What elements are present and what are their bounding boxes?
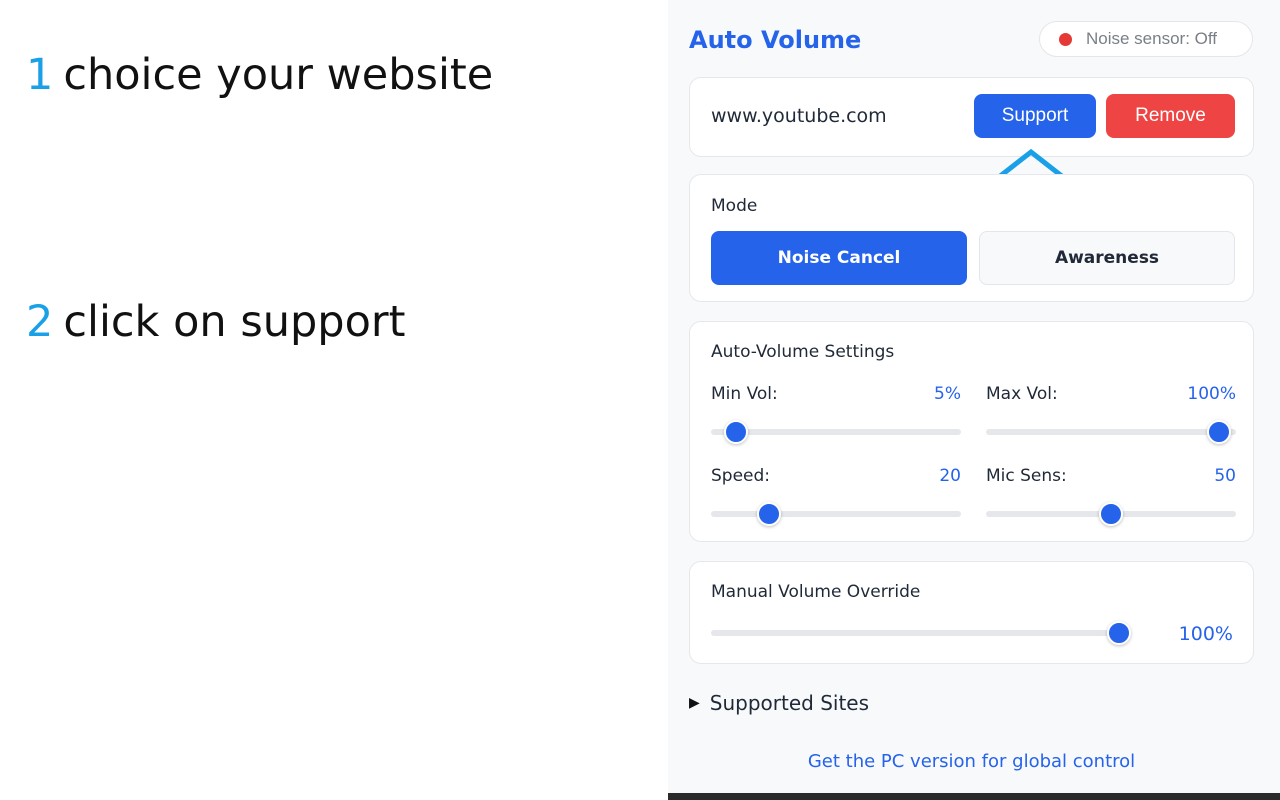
speed-slider[interactable]: [711, 502, 961, 526]
step-text: choice your website: [63, 50, 494, 100]
mic-sens-setting: Mic Sens: 50: [986, 466, 1236, 526]
app-title: Auto Volume: [689, 26, 862, 54]
speed-setting: Speed: 20: [711, 466, 961, 526]
slider-thumb[interactable]: [724, 420, 748, 444]
step-text: click on support: [63, 297, 406, 347]
mode-card: Mode Noise Cancel Awareness: [689, 174, 1254, 302]
min-vol-setting: Min Vol: 5%: [711, 384, 961, 444]
manual-volume-card: Manual Volume Override 100%: [689, 561, 1254, 664]
status-dot-icon: [1059, 32, 1072, 46]
mode-awareness-button[interactable]: Awareness: [979, 231, 1235, 285]
noise-sensor-status: Noise sensor: Off: [1039, 21, 1253, 57]
site-card: www.youtube.com Support Remove: [689, 77, 1254, 157]
slider-thumb[interactable]: [1099, 502, 1123, 526]
slider-thumb[interactable]: [1107, 621, 1131, 645]
max-vol-value: 100%: [1187, 384, 1236, 404]
speed-value: 20: [939, 466, 961, 486]
instruction-step-2: 2 click on support: [26, 297, 405, 347]
max-vol-label: Max Vol:: [986, 384, 1058, 404]
pc-version-link[interactable]: Get the PC version for global control: [689, 751, 1254, 772]
max-vol-setting: Max Vol: 100%: [986, 384, 1236, 444]
supported-sites-toggle[interactable]: ▶ Supported Sites: [689, 691, 869, 715]
manual-volume-label: Manual Volume Override: [711, 582, 921, 602]
screenshot: 1 choice your website 2 click on support A…: [0, 0, 1280, 800]
mic-sens-label: Mic Sens:: [986, 466, 1067, 486]
auto-volume-settings-card: Auto-Volume Settings Min Vol: 5% Max Vol…: [689, 321, 1254, 542]
disclosure-triangle-icon: ▶: [689, 695, 700, 711]
slider-thumb[interactable]: [1206, 420, 1231, 444]
max-vol-slider[interactable]: [986, 420, 1236, 444]
manual-volume-value: 100%: [1178, 623, 1233, 645]
manual-volume-slider[interactable]: [711, 621, 1131, 645]
remove-button[interactable]: Remove: [1106, 94, 1235, 138]
support-button[interactable]: Support: [974, 94, 1096, 138]
slider-thumb[interactable]: [756, 502, 781, 526]
min-vol-value: 5%: [934, 384, 961, 404]
settings-title: Auto-Volume Settings: [711, 342, 895, 362]
step-number: 1: [26, 50, 54, 100]
mic-sens-slider[interactable]: [986, 502, 1236, 526]
site-name: www.youtube.com: [711, 105, 887, 127]
mic-sens-value: 50: [1214, 466, 1236, 486]
background-page-strip: [668, 793, 1280, 800]
step-number: 2: [26, 297, 54, 347]
instruction-step-1: 1 choice your website: [26, 50, 493, 100]
mode-label: Mode: [711, 196, 758, 216]
mode-noise-cancel-button[interactable]: Noise Cancel: [711, 231, 967, 285]
min-vol-label: Min Vol:: [711, 384, 778, 404]
noise-sensor-label: Noise sensor: Off: [1086, 29, 1218, 48]
speed-label: Speed:: [711, 466, 771, 486]
min-vol-slider[interactable]: [711, 420, 961, 444]
supported-sites-label: Supported Sites: [709, 691, 870, 715]
